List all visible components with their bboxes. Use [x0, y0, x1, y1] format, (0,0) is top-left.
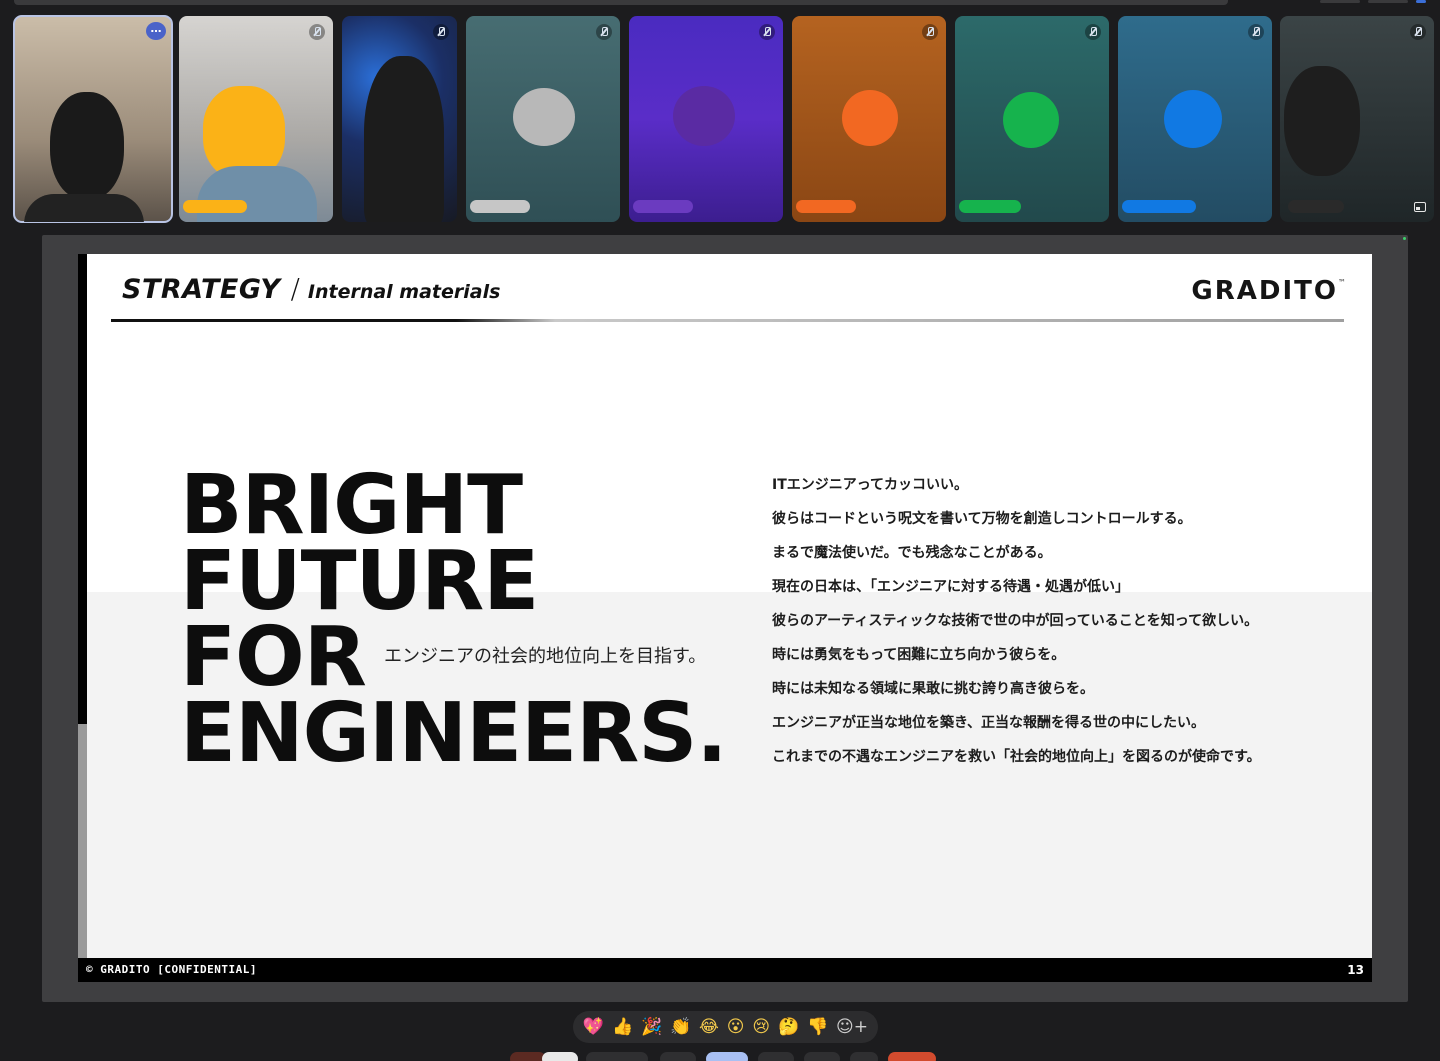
participant-body [197, 166, 317, 222]
avatar [1164, 90, 1222, 148]
participant-name-bar [796, 200, 856, 213]
toolbar-button[interactable] [542, 1052, 578, 1061]
slide-header: STRATEGY / Internal materials [122, 272, 500, 305]
presentation-stage: STRATEGY / Internal materials GRADITO™ B… [42, 235, 1408, 1002]
add-reaction-icon[interactable]: ☺+ [836, 1011, 868, 1043]
avatar [1003, 92, 1059, 148]
slide-footer: © GRADITO [CONFIDENTIAL] 13 [78, 958, 1372, 982]
slide-body-text: ITエンジニアってカッコいい。 彼らはコードという呪文を書いて万物を創造しコント… [772, 476, 1332, 782]
headline-line: BRIGHT [180, 458, 523, 553]
thumbs-down-reaction-button[interactable]: 👎 [807, 1011, 828, 1043]
top-control[interactable] [1320, 0, 1360, 3]
avatar [513, 88, 575, 146]
mic-off-icon[interactable] [1085, 24, 1101, 40]
leave-call-button[interactable] [888, 1052, 936, 1061]
participant-tile[interactable] [342, 16, 457, 222]
body-line: 時には未知なる領域に果敢に挑む誇り高き彼らを。 [772, 681, 1094, 697]
mic-off-icon[interactable] [433, 24, 449, 40]
body-line: ITエンジニアってカッコいい。 [772, 477, 969, 493]
toolbar-button[interactable] [850, 1052, 878, 1061]
avatar [842, 90, 898, 146]
slide-accent-bar [78, 254, 87, 724]
mic-off-icon[interactable] [922, 24, 938, 40]
more-options-icon[interactable]: … [146, 22, 166, 40]
top-right-controls [1320, 0, 1426, 4]
live-indicator [1403, 237, 1406, 240]
bottom-toolbar [510, 1052, 940, 1061]
participant-tile[interactable] [466, 16, 620, 222]
shared-slide: STRATEGY / Internal materials GRADITO™ B… [78, 254, 1372, 982]
participant-face-redaction [364, 56, 444, 222]
slide-accent-bar-lower [78, 724, 87, 958]
toolbar-button[interactable] [660, 1052, 696, 1061]
mic-off-icon[interactable] [1248, 24, 1264, 40]
body-line: 彼らのアーティスティックな技術で世の中が回っていることを知って欲しい。 [772, 613, 1259, 629]
participant-name-bar [470, 200, 530, 213]
body-line: エンジニアが正当な地位を築き、正当な報酬を得る世の中にしたい。 [772, 715, 1206, 731]
avatar [673, 86, 735, 146]
toolbar-button[interactable] [510, 1052, 546, 1061]
mic-off-icon[interactable] [1410, 24, 1426, 40]
top-control[interactable] [1368, 0, 1408, 3]
slide-headline: BRIGHT FUTURE FOR ENGINEERS. [180, 458, 727, 781]
body-line: これまでの不遇なエンジニアを救い「社会的地位向上」を図るのが使命です。 [772, 749, 1261, 765]
participant-name-bar [1288, 200, 1344, 213]
confidential-label: © GRADITO [CONFIDENTIAL] [86, 963, 257, 976]
participant-tile[interactable] [629, 16, 783, 222]
headline-line: ENGINEERS. [180, 686, 727, 781]
participant-body [24, 194, 144, 222]
participant-tile[interactable] [1280, 16, 1434, 222]
participant-name-bar [183, 200, 247, 213]
toolbar-button[interactable] [758, 1052, 794, 1061]
mic-off-icon[interactable] [759, 24, 775, 40]
headline-line: FUTURE [180, 534, 539, 629]
participant-tile[interactable] [1118, 16, 1272, 222]
top-bar [14, 0, 1228, 5]
thumbs-up-reaction-button[interactable]: 👍 [612, 1011, 633, 1043]
slide-header-separator: / [290, 272, 300, 305]
slide-section-subtitle: Internal materials [307, 281, 501, 303]
participant-tile[interactable]: … [13, 15, 173, 223]
participant-name-bar [959, 200, 1021, 213]
toolbar-button[interactable] [706, 1052, 748, 1061]
heart-reaction-button[interactable]: 💖 [583, 1011, 604, 1043]
participant-tile[interactable] [179, 16, 333, 222]
participant-face-redaction [50, 92, 124, 200]
status-dot [1416, 0, 1426, 3]
participant-tile[interactable] [792, 16, 946, 222]
clap-reaction-button[interactable]: 👏 [670, 1011, 691, 1043]
sad-reaction-button[interactable]: 😢 [752, 1011, 770, 1043]
participant-face-redaction [1284, 66, 1360, 176]
body-line: 時には勇気をもって困難に立ち向かう彼らを。 [772, 647, 1066, 663]
participant-name-bar [633, 200, 693, 213]
header-divider [111, 319, 1344, 322]
surprised-reaction-button[interactable]: 😮 [727, 1011, 745, 1043]
participant-strip: … [13, 15, 1434, 224]
slide-tagline: エンジニアの社会的地位向上を目指す。 [384, 646, 707, 667]
toolbar-button[interactable] [586, 1052, 648, 1061]
mic-off-icon[interactable] [309, 24, 325, 40]
laugh-reaction-button[interactable]: 😂 [699, 1011, 719, 1043]
reactions-bar: 💖 👍 🎉 👏 😂 😮 😢 🤔 👎 ☺+ [573, 1011, 878, 1043]
slide-section-title: STRATEGY [122, 274, 281, 305]
body-line: まるで魔法使いだ。でも残念なことがある。 [772, 545, 1052, 561]
slide-page-number: 13 [1347, 963, 1364, 977]
thinking-reaction-button[interactable]: 🤔 [778, 1011, 799, 1043]
toolbar-button[interactable] [804, 1052, 840, 1061]
picture-in-picture-icon[interactable] [1414, 202, 1426, 212]
mic-off-icon[interactable] [596, 24, 612, 40]
party-reaction-button[interactable]: 🎉 [641, 1011, 662, 1043]
participant-tile[interactable] [955, 16, 1109, 222]
brand-logo: GRADITO™ [1191, 276, 1346, 306]
body-line: 現在の日本は、「エンジニアに対する待遇・処遇が低い」 [772, 579, 1129, 595]
body-line: 彼らはコードという呪文を書いて万物を創造しコントロールする。 [772, 511, 1192, 527]
participant-name-bar [1122, 200, 1196, 213]
